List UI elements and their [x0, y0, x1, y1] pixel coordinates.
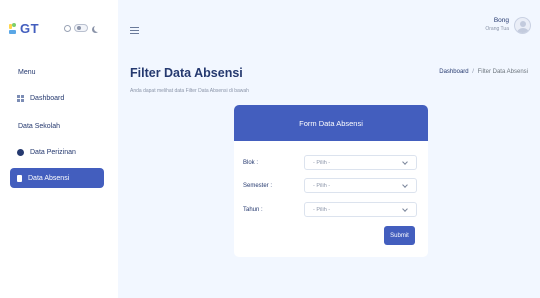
sidebar-item-label: Dashboard [30, 94, 65, 102]
page-subtitle: Anda dapat melihat data Filter Data Abse… [130, 88, 249, 94]
semester-select[interactable]: - Pilih - [304, 178, 417, 193]
semester-label: Semester : [243, 182, 273, 189]
sidebar: GT Menu Dashboard Data Sekolah Data Peri… [0, 0, 118, 298]
user-role: Orang Tua [485, 26, 509, 32]
card-title: Form Data Absensi [299, 118, 363, 128]
filter-form-card: Form Data Absensi Blok : - Pilih - Semes… [234, 105, 428, 257]
blok-label: Blok : [243, 159, 259, 166]
tahun-select[interactable]: - Pilih - [304, 202, 417, 217]
chevron-down-icon [402, 159, 408, 165]
breadcrumb: Dashboard / Filter Data Absensi [439, 69, 528, 75]
breadcrumb-home-link[interactable]: Dashboard [439, 69, 468, 75]
blok-select[interactable]: - Pilih - [304, 155, 417, 170]
semester-select-value: - Pilih - [313, 182, 331, 189]
theme-switch[interactable] [74, 24, 88, 32]
circle-icon [17, 148, 24, 156]
page-title: Filter Data Absensi [130, 66, 243, 80]
file-icon [17, 174, 22, 182]
section-label: Data Sekolah [18, 123, 61, 130]
tahun-label: Tahun : [243, 206, 263, 213]
logo-mark-icon [9, 22, 17, 35]
form-row-blok: Blok : - Pilih - [243, 155, 419, 170]
hamburger-menu-icon[interactable] [130, 27, 139, 34]
user-name: Bong [493, 17, 509, 24]
card-header: Form Data Absensi [234, 105, 428, 141]
moon-icon [94, 25, 101, 32]
sidebar-item-data-perizinan[interactable]: Data Perizinan [10, 142, 104, 162]
chevron-down-icon [402, 182, 408, 188]
logo-text: GT [20, 21, 40, 36]
theme-toggle[interactable] [64, 24, 101, 32]
breadcrumb-separator: / [472, 69, 474, 75]
sidebar-item-data-absensi[interactable]: Data Absensi [10, 168, 104, 188]
breadcrumb-current: Filter Data Absensi [477, 69, 528, 75]
blok-select-value: - Pilih - [313, 159, 331, 166]
sun-icon [64, 24, 71, 32]
tahun-select-value: - Pilih - [313, 206, 331, 213]
sidebar-item-dashboard[interactable]: Dashboard [10, 88, 104, 108]
sidebar-item-label: Data Perizinan [30, 148, 76, 156]
form-row-semester: Semester : - Pilih - [243, 178, 419, 193]
grid-icon [17, 94, 24, 102]
sidebar-item-label: Data Absensi [28, 174, 70, 182]
main-content: Bong Orang Tua Filter Data Absensi Anda … [118, 0, 540, 298]
submit-button[interactable]: Submit [384, 226, 415, 245]
menu-title: Menu [18, 69, 36, 76]
brand-logo[interactable]: GT [9, 21, 39, 36]
form-row-tahun: Tahun : - Pilih - [243, 202, 419, 217]
avatar[interactable] [514, 17, 531, 34]
chevron-down-icon [402, 206, 408, 212]
